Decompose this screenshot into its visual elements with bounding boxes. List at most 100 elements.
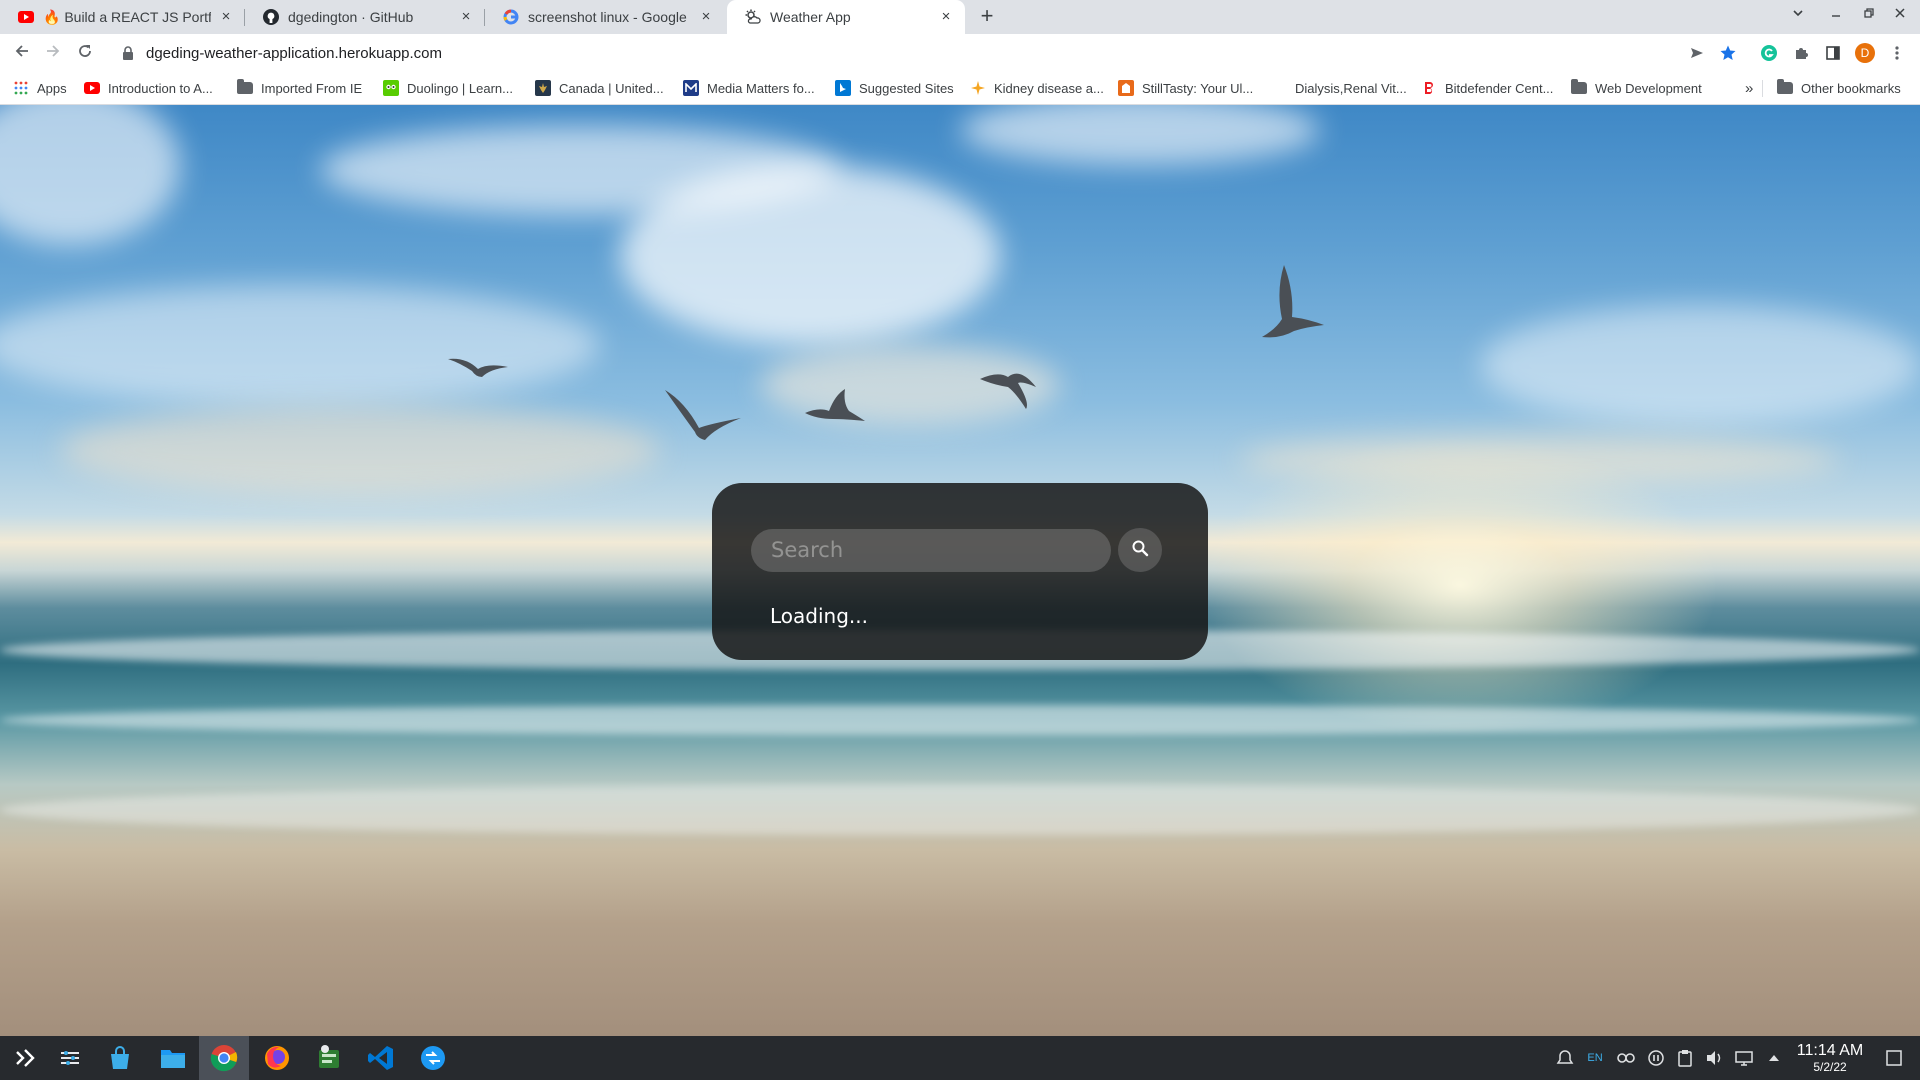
tray-expand-icon[interactable] [1764, 1048, 1784, 1068]
clipboard-icon[interactable] [1675, 1048, 1695, 1068]
tab-weather-app[interactable]: Weather App × [727, 0, 965, 34]
bookmark-introduction[interactable]: Introduction to A... [84, 78, 213, 98]
clock[interactable]: 11:14 AM 5/2/22 [1790, 1042, 1870, 1074]
close-tab-icon[interactable]: × [697, 8, 715, 26]
bookmark-star-icon[interactable] [1717, 42, 1739, 64]
bookmark-dialysis[interactable]: Dialysis,Renal Vit... [1271, 78, 1407, 98]
grammarly-icon[interactable] [1758, 42, 1780, 64]
canada-icon [535, 80, 551, 96]
firefox-icon[interactable] [252, 1036, 302, 1080]
store-icon[interactable] [95, 1036, 145, 1080]
bookmark-bitdefender[interactable]: Bitdefender Cent... [1421, 78, 1553, 98]
tab-title: screenshot linux - Google Sea [528, 9, 691, 25]
network-icon[interactable] [1734, 1048, 1754, 1068]
bookmark-imported-from-ie[interactable]: Imported From IE [237, 78, 362, 98]
close-tab-icon[interactable]: × [457, 8, 475, 26]
show-desktop-icon[interactable] [1884, 1048, 1904, 1068]
notifications-icon[interactable] [1555, 1048, 1575, 1068]
tab-strip: 🔥 Build a REACT JS Portfolio × dgedingto… [0, 0, 1920, 34]
send-tab-icon[interactable] [1686, 42, 1708, 64]
files-icon[interactable] [148, 1036, 198, 1080]
tab-youtube[interactable]: 🔥 Build a REACT JS Portfolio × [0, 0, 245, 34]
folder-icon [1571, 79, 1587, 94]
bitdefender-icon [1421, 80, 1437, 96]
weather-card: Loading... [712, 483, 1208, 660]
chrome-menu-icon[interactable] [1886, 42, 1908, 64]
bookmark-label: StillTasty: Your Ul... [1142, 80, 1254, 96]
clock-time: 11:14 AM [1796, 1042, 1864, 1059]
bookmark-label: Imported From IE [261, 80, 363, 96]
bookmark-label: Bitdefender Cent... [1445, 80, 1554, 96]
media-matters-icon [683, 80, 699, 96]
minimize-icon[interactable] [1825, 6, 1847, 22]
chrome-icon[interactable] [199, 1036, 249, 1080]
bookmark-suggested-sites[interactable]: Suggested Sites [835, 78, 954, 98]
side-panel-icon[interactable] [1822, 42, 1844, 64]
bing-icon [835, 80, 851, 96]
reload-icon[interactable] [73, 41, 97, 65]
kde-connect-icon[interactable] [408, 1036, 458, 1080]
search-icon [1131, 539, 1149, 562]
extensions-icon[interactable] [1790, 42, 1812, 64]
bookmark-label: Web Development [1595, 80, 1702, 96]
back-icon[interactable] [10, 41, 34, 65]
keyboard-layout-indicator[interactable]: EN [1585, 1048, 1605, 1068]
bookmark-duolingo[interactable]: Duolingo | Learn... [383, 78, 513, 98]
close-tab-icon[interactable]: × [937, 8, 955, 26]
bookmark-label: Dialysis,Renal Vit... [1295, 80, 1407, 96]
lock-icon[interactable] [122, 46, 136, 60]
folder-icon [237, 79, 253, 94]
profile-avatar[interactable]: D [1854, 42, 1876, 64]
loading-status: Loading... [770, 604, 868, 628]
vscode-icon[interactable] [356, 1036, 406, 1080]
volume-icon[interactable] [1704, 1048, 1724, 1068]
folder-icon [1777, 79, 1793, 94]
google-icon [503, 9, 519, 25]
bookmark-canada[interactable]: Canada | United... [535, 78, 664, 98]
bookmark-label: Suggested Sites [859, 80, 954, 96]
tab-search-icon[interactable] [1787, 6, 1809, 22]
clock-date: 5/2/22 [1813, 1060, 1847, 1074]
bookmark-label: Media Matters fo... [707, 80, 815, 96]
stilltasty-icon [1118, 80, 1134, 96]
profile-initial: D [1860, 46, 1870, 60]
address-bar[interactable]: dgeding-weather-application.herokuapp.co… [108, 37, 1690, 69]
tab-google-search[interactable]: screenshot linux - Google Sea × [485, 0, 725, 34]
new-tab-button[interactable]: + [975, 5, 999, 29]
youtube-icon [84, 80, 100, 96]
duolingo-icon [383, 80, 399, 96]
bookmark-web-development[interactable]: Web Development [1571, 78, 1702, 98]
tasks-icon[interactable] [304, 1036, 354, 1080]
weather-app-page: Loading... [0, 105, 1920, 1036]
bookmark-apps[interactable]: Apps [13, 78, 67, 98]
bookmark-stilltasty[interactable]: StillTasty: Your Ul... [1118, 78, 1253, 98]
tab-title: dgedington · GitHub [288, 9, 414, 25]
bookmark-media-matters[interactable]: Media Matters fo... [683, 78, 815, 98]
search-input[interactable] [751, 528, 1111, 572]
taskbar: EN 11:14 AM 5/2/22 [0, 1036, 1920, 1080]
forward-icon[interactable] [41, 41, 65, 65]
bookmark-label: Canada | United... [559, 80, 664, 96]
tab-github[interactable]: dgedington · GitHub × [245, 0, 485, 34]
close-tab-icon[interactable]: × [217, 8, 235, 26]
bookmark-label: Other bookmarks [1801, 80, 1901, 96]
restore-icon[interactable] [1858, 6, 1880, 22]
search-row [751, 528, 1162, 572]
search-button[interactable] [1118, 528, 1162, 572]
accessibility-icon[interactable] [1616, 1048, 1636, 1068]
apps-grid-icon [13, 80, 29, 96]
youtube-icon [18, 9, 34, 25]
bookmarks-overflow-button[interactable]: » [1745, 78, 1753, 98]
bookmarks-bar: Apps Introduction to A... Imported From … [0, 71, 1920, 105]
tab-title: Weather App [770, 9, 851, 25]
bookmark-label: Kidney disease a... [994, 80, 1104, 96]
launcher-icon[interactable] [0, 1036, 50, 1080]
weather-icon [745, 9, 761, 25]
media-player-icon[interactable] [1646, 1048, 1666, 1068]
other-bookmarks[interactable]: Other bookmarks [1777, 78, 1901, 98]
close-window-icon[interactable] [1889, 6, 1911, 22]
settings-icon[interactable] [45, 1036, 95, 1080]
bookmark-label: Introduction to A... [108, 80, 213, 96]
bookmarks-divider [1762, 80, 1763, 97]
bookmark-kidney-disease[interactable]: Kidney disease a... [970, 78, 1104, 98]
